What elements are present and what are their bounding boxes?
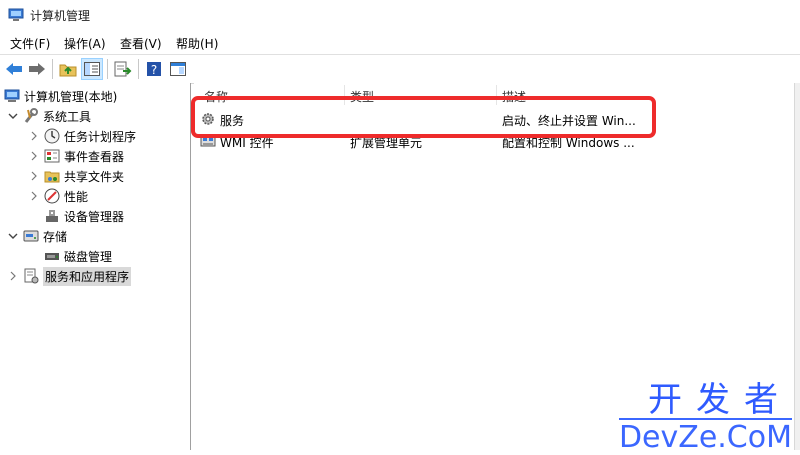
tree-label: 计算机管理(本地) xyxy=(24,89,118,104)
toolbar-separator xyxy=(138,59,139,79)
up-folder-icon[interactable] xyxy=(57,58,79,80)
vertical-scrollbar[interactable] xyxy=(794,83,800,450)
tree-label: 性能 xyxy=(64,189,89,204)
forward-icon[interactable] xyxy=(26,58,48,80)
disk-icon xyxy=(44,248,60,264)
computer-management-icon xyxy=(8,8,24,22)
tree-item-services-apps[interactable]: 服务和应用程序 xyxy=(6,266,132,286)
menu-action[interactable]: 操作(A) xyxy=(64,35,106,52)
tree-item-device-manager[interactable]: 设备管理器 xyxy=(44,206,124,226)
tree-label: 服务和应用程序 xyxy=(43,266,132,286)
menu-bar: 文件(F) 操作(A) 查看(V) 帮助(H) xyxy=(0,31,800,53)
computer-management-icon xyxy=(4,88,20,104)
window-title: 计算机管理 xyxy=(30,9,91,23)
tree-item-task-scheduler[interactable]: 任务计划程序 xyxy=(27,126,136,146)
services-apps-icon xyxy=(23,268,39,284)
watermark: 开发者 DevZe.CoM xyxy=(618,380,792,455)
tools-icon xyxy=(23,108,39,124)
clock-icon xyxy=(44,128,60,144)
menu-file[interactable]: 文件(F) xyxy=(10,35,50,52)
back-icon[interactable] xyxy=(3,58,25,80)
watermark-en: DevZe.CoM xyxy=(618,418,792,455)
chevron-right-icon[interactable] xyxy=(27,149,41,163)
help-icon[interactable]: ? xyxy=(143,58,165,80)
performance-icon xyxy=(44,188,60,204)
watermark-cn: 开发者 xyxy=(648,380,792,420)
event-viewer-icon xyxy=(44,148,60,164)
toolbar-separator xyxy=(107,59,108,79)
shared-folder-icon xyxy=(44,168,60,184)
tree-item-system-tools[interactable]: 系统工具 xyxy=(6,106,91,126)
menu-view[interactable]: 查看(V) xyxy=(120,35,162,52)
tree-label: 事件查看器 xyxy=(64,149,125,164)
storage-icon xyxy=(23,228,39,244)
tree-label: 任务计划程序 xyxy=(64,129,137,144)
tree-item-shared-folders[interactable]: 共享文件夹 xyxy=(27,166,124,186)
tree-item-root[interactable]: 计算机管理(本地) xyxy=(4,86,117,106)
chevron-down-icon[interactable] xyxy=(6,229,20,243)
toolbar: ? xyxy=(0,54,800,84)
tree-item-event-viewer[interactable]: 事件查看器 xyxy=(27,146,124,166)
chevron-right-icon[interactable] xyxy=(27,129,41,143)
title-bar: 计算机管理 xyxy=(0,0,800,31)
navigation-tree: 计算机管理(本地) 系统工具 任务计划程序 事件查看器 共享文件夹 性能 设备管… xyxy=(0,83,191,450)
tree-item-performance[interactable]: 性能 xyxy=(27,186,88,206)
svg-text:?: ? xyxy=(151,63,157,77)
tree-label: 磁盘管理 xyxy=(64,249,113,264)
tree-item-storage[interactable]: 存储 xyxy=(6,226,67,246)
tree-label: 系统工具 xyxy=(43,109,92,124)
highlight-annotation xyxy=(191,96,656,138)
chevron-right-icon[interactable] xyxy=(6,269,20,283)
show-tree-icon[interactable] xyxy=(81,58,103,80)
chevron-right-icon[interactable] xyxy=(27,169,41,183)
export-list-icon[interactable] xyxy=(112,58,134,80)
tree-item-disk-management[interactable]: 磁盘管理 xyxy=(44,246,112,266)
properties-pane-icon[interactable] xyxy=(167,58,189,80)
chevron-right-icon[interactable] xyxy=(27,189,41,203)
device-manager-icon xyxy=(44,208,60,224)
tree-label: 设备管理器 xyxy=(64,209,125,224)
menu-help[interactable]: 帮助(H) xyxy=(176,35,218,52)
tree-label: 存储 xyxy=(43,229,68,244)
chevron-down-icon[interactable] xyxy=(6,109,20,123)
tree-label: 共享文件夹 xyxy=(64,169,125,184)
toolbar-separator xyxy=(52,59,53,79)
